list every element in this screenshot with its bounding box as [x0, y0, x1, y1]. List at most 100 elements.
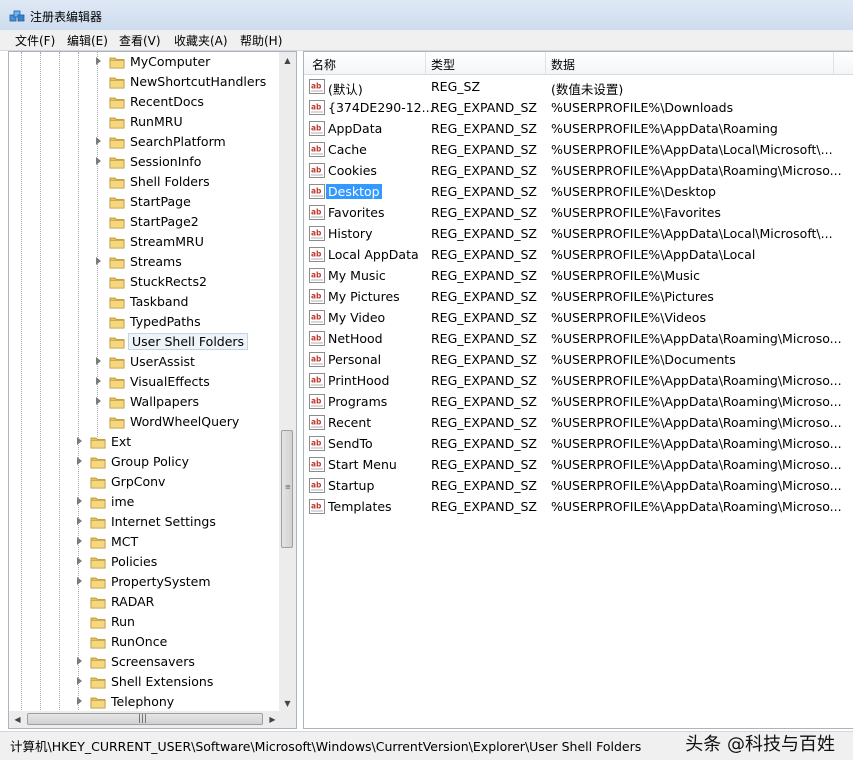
tree-item[interactable]: ime: [75, 492, 281, 512]
value-list[interactable]: 名称 类型 数据 ab (默认) REG_SZ (数值未设置) ab {374DE290-…: [303, 51, 853, 729]
list-row[interactable]: ab AppData REG_EXPAND_SZ %USERPROFILE%\AppD…: [304, 118, 853, 139]
menu-favorites[interactable]: 收藏夹(A): [172, 32, 230, 49]
tree-item[interactable]: GrpConv: [75, 472, 281, 492]
column-divider[interactable]: [545, 52, 546, 74]
tree-item[interactable]: UserAssist: [94, 352, 281, 372]
list-row[interactable]: ab Local AppData REG_EXPAND_SZ %USERPROFILE…: [304, 244, 853, 265]
scroll-down-arrow-icon[interactable]: ▼: [279, 695, 296, 712]
list-row[interactable]: ab Cache REG_EXPAND_SZ %USERPROFILE%\AppDat…: [304, 139, 853, 160]
tree-item[interactable]: MCT: [75, 532, 281, 552]
tree-item[interactable]: RunOnce: [75, 632, 281, 652]
expand-arrow-icon[interactable]: [77, 497, 82, 505]
list-row[interactable]: ab NetHood REG_EXPAND_SZ %USERPROFILE%\AppD…: [304, 328, 853, 349]
tree-item[interactable]: WordWheelQuery: [94, 412, 281, 432]
tree-horizontal-scrollbar[interactable]: ◀ ||| ▶: [9, 711, 281, 728]
folder-icon: [90, 515, 106, 529]
tree-item[interactable]: User Shell Folders: [94, 332, 281, 352]
scroll-up-arrow-icon[interactable]: ▲: [279, 52, 296, 69]
ab-string-icon: ab: [309, 478, 325, 493]
menu-view[interactable]: 查看(V): [117, 32, 163, 49]
tree-item[interactable]: RecentDocs: [94, 92, 281, 112]
column-divider[interactable]: [425, 52, 426, 74]
list-row[interactable]: ab SendTo REG_EXPAND_SZ %USERPROFILE%\AppDa…: [304, 433, 853, 454]
key-tree[interactable]: MyComputer NewShortcutHandlers RecentDocs R…: [8, 51, 297, 729]
tree-item[interactable]: Streams: [94, 252, 281, 272]
list-row[interactable]: ab My Video REG_EXPAND_SZ %USERPROFILE%\Vid…: [304, 307, 853, 328]
cell-data: %USERPROFILE%\Desktop: [551, 184, 716, 199]
list-row[interactable]: ab Startup REG_EXPAND_SZ %USERPROFILE%\AppD…: [304, 475, 853, 496]
menu-edit[interactable]: 编辑(E): [65, 32, 110, 49]
list-row[interactable]: ab Templates REG_EXPAND_SZ %USERPROFILE%\Ap…: [304, 496, 853, 517]
tree-item[interactable]: Wallpapers: [94, 392, 281, 412]
list-row[interactable]: ab Programs REG_EXPAND_SZ %USERPROFILE%\App…: [304, 391, 853, 412]
expand-arrow-icon[interactable]: [77, 457, 82, 465]
tree-item[interactable]: SearchPlatform: [94, 132, 281, 152]
expand-arrow-icon[interactable]: [77, 517, 82, 525]
tree-item[interactable]: VisualEffects: [94, 372, 281, 392]
expand-arrow-icon[interactable]: [96, 157, 101, 165]
expand-arrow-icon[interactable]: [77, 557, 82, 565]
column-header-data[interactable]: 数据: [551, 56, 575, 73]
tree-item[interactable]: Run: [75, 612, 281, 632]
expand-arrow-icon[interactable]: [96, 377, 101, 385]
tree-item[interactable]: SessionInfo: [94, 152, 281, 172]
tree-item[interactable]: RADAR: [75, 592, 281, 612]
expand-arrow-icon[interactable]: [96, 397, 101, 405]
list-row[interactable]: ab PrintHood REG_EXPAND_SZ %USERPROFILE%\Ap…: [304, 370, 853, 391]
expand-arrow-icon[interactable]: [77, 677, 82, 685]
svg-text:ab: ab: [311, 439, 322, 448]
list-row[interactable]: ab (默认) REG_SZ (数值未设置): [304, 76, 853, 97]
tree-item[interactable]: Shell Folders: [94, 172, 281, 192]
scroll-left-arrow-icon[interactable]: ◀: [9, 711, 26, 728]
tree-item-label: Policies: [111, 554, 158, 569]
tree-item[interactable]: StreamMRU: [94, 232, 281, 252]
expand-arrow-icon[interactable]: [77, 537, 82, 545]
tree-item[interactable]: NewShortcutHandlers: [94, 72, 281, 92]
tree-item[interactable]: StuckRects2: [94, 272, 281, 292]
tree-item[interactable]: Ext: [75, 432, 281, 452]
list-row[interactable]: ab {374DE290-12... REG_EXPAND_SZ %USERPROFI…: [304, 97, 853, 118]
status-bar: 计算机\HKEY_CURRENT_USER\Software\Microsoft…: [0, 731, 853, 760]
tree-item[interactable]: Taskband: [94, 292, 281, 312]
tree-item-label: SearchPlatform: [130, 134, 226, 149]
list-row[interactable]: ab My Pictures REG_EXPAND_SZ %USERPROFILE%\…: [304, 286, 853, 307]
expand-arrow-icon[interactable]: [96, 57, 101, 65]
tree-item[interactable]: MyComputer: [94, 52, 281, 72]
list-row[interactable]: ab Cookies REG_EXPAND_SZ %USERPROFILE%\AppD…: [304, 160, 853, 181]
tree-item[interactable]: Group Policy: [75, 452, 281, 472]
list-row[interactable]: ab Desktop REG_EXPAND_SZ %USERPROFILE%\Desk…: [304, 181, 853, 202]
expand-arrow-icon[interactable]: [77, 697, 82, 705]
expand-arrow-icon[interactable]: [77, 437, 82, 445]
tree-item[interactable]: Telephony: [75, 692, 281, 712]
tree-item[interactable]: Screensavers: [75, 652, 281, 672]
tree-item[interactable]: Internet Settings: [75, 512, 281, 532]
expand-arrow-icon[interactable]: [77, 657, 82, 665]
list-row[interactable]: ab Personal REG_EXPAND_SZ %USERPROFILE%\Doc…: [304, 349, 853, 370]
menu-help[interactable]: 帮助(H): [238, 32, 284, 49]
expand-arrow-icon[interactable]: [77, 577, 82, 585]
column-divider[interactable]: [833, 52, 834, 74]
list-row[interactable]: ab Start Menu REG_EXPAND_SZ %USERPROFILE%\A…: [304, 454, 853, 475]
tree-item[interactable]: StartPage2: [94, 212, 281, 232]
expand-arrow-icon[interactable]: [96, 137, 101, 145]
tree-item[interactable]: TypedPaths: [94, 312, 281, 332]
tree-vertical-scrollbar[interactable]: ▲ ≡ ▼: [279, 52, 296, 712]
tree-vertical-scroll-thumb[interactable]: ≡: [281, 430, 293, 548]
menu-file[interactable]: 文件(F): [13, 32, 57, 49]
tree-item[interactable]: StartPage: [94, 192, 281, 212]
list-row[interactable]: ab My Music REG_EXPAND_SZ %USERPROFILE%\Mus…: [304, 265, 853, 286]
expand-arrow-icon[interactable]: [96, 257, 101, 265]
column-header-name[interactable]: 名称: [312, 56, 336, 73]
tree-item[interactable]: Policies: [75, 552, 281, 572]
column-header-type[interactable]: 类型: [431, 56, 455, 73]
list-row[interactable]: ab Favorites REG_EXPAND_SZ %USERPROFILE%\Fa…: [304, 202, 853, 223]
folder-icon: [109, 235, 125, 249]
tree-item[interactable]: PropertySystem: [75, 572, 281, 592]
expand-arrow-icon[interactable]: [96, 357, 101, 365]
list-row[interactable]: ab Recent REG_EXPAND_SZ %USERPROFILE%\AppDa…: [304, 412, 853, 433]
list-header: 名称 类型 数据: [304, 52, 853, 75]
tree-horizontal-scroll-thumb[interactable]: |||: [27, 713, 263, 725]
list-row[interactable]: ab History REG_EXPAND_SZ %USERPROFILE%\AppD…: [304, 223, 853, 244]
tree-item[interactable]: Shell Extensions: [75, 672, 281, 692]
tree-item[interactable]: RunMRU: [94, 112, 281, 132]
